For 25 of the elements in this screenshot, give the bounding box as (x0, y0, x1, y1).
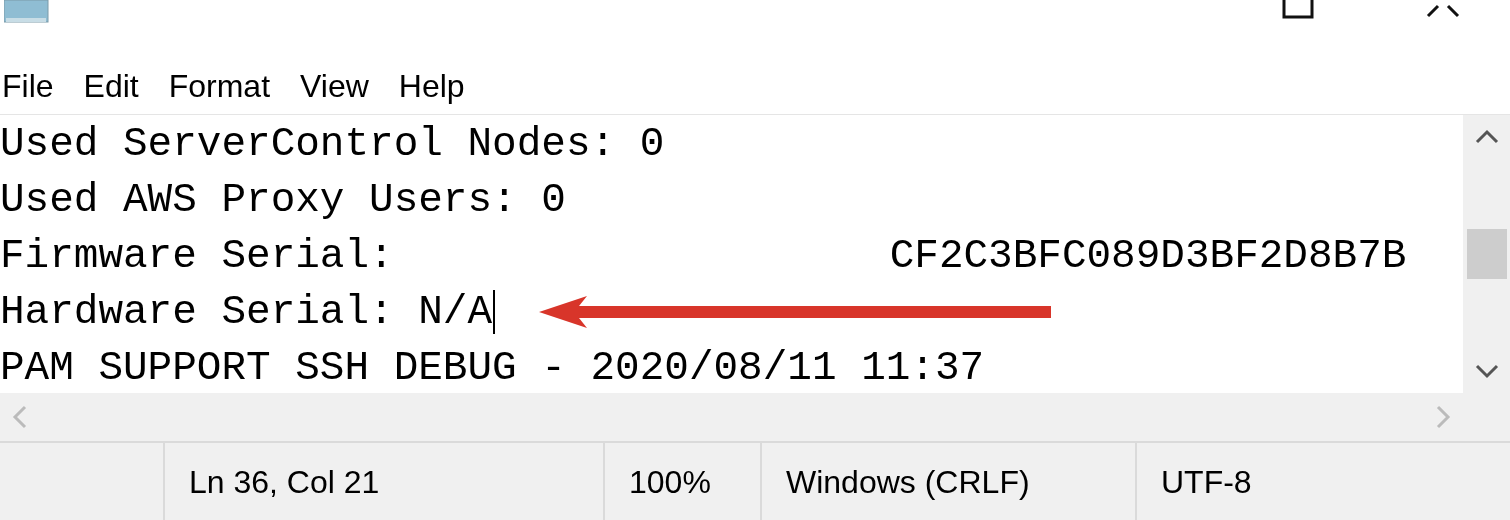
scroll-thumb[interactable] (1466, 229, 1507, 279)
horizontal-scrollbar[interactable] (0, 393, 1463, 441)
arrow-icon (539, 294, 1052, 330)
text-line: Used ServerControl Nodes: 0 (0, 120, 665, 169)
text-line: Firmware Serial: (0, 232, 394, 281)
menu-item[interactable]: Format (168, 62, 271, 110)
menu-item[interactable]: File (2, 62, 54, 110)
vertical-scrollbar[interactable] (1463, 115, 1510, 393)
status-text: 100% (629, 462, 711, 502)
notepad-icon (4, 0, 50, 24)
text-line: PAM SUPPORT SSH DEBUG - 2020/08/11 11:37 (0, 344, 985, 393)
menu-item[interactable]: Help (398, 62, 465, 110)
maximize-icon[interactable] (1282, 0, 1314, 20)
menu-item[interactable]: Edit (83, 62, 139, 110)
menu-item[interactable]: View (300, 62, 369, 110)
scroll-up-icon[interactable] (1474, 129, 1499, 145)
status-text: Windows (CRLF) (786, 462, 1030, 502)
status-text: Ln 36, Col 21 (189, 462, 380, 502)
text-line: Hardware Serial: N/A (0, 288, 493, 337)
status-text: UTF-8 (1161, 462, 1252, 502)
serial-value: CF2C3BFC089D3BF2D8B7B (889, 232, 1407, 281)
scroll-right-icon[interactable] (1435, 405, 1451, 429)
scroll-left-icon[interactable] (12, 405, 28, 429)
scroll-down-icon[interactable] (1474, 363, 1499, 379)
text-line: Used AWS Proxy Users: 0 (0, 176, 566, 225)
